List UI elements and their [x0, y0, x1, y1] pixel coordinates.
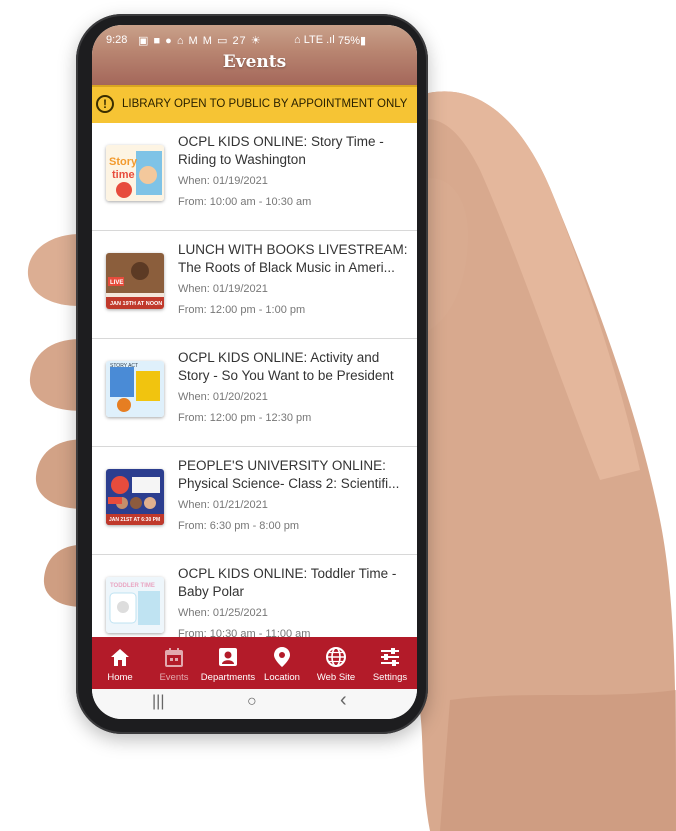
bottom-navigation: Home Events Departments Location Web Sit…: [92, 637, 417, 689]
event-thumbnail: LIVE JAN 19TH AT NOON: [106, 253, 164, 309]
event-thumbnail: JAN 21ST AT 6:30 PM: [106, 469, 164, 525]
signal-icons: ⌂ LTE .ıl: [294, 34, 335, 46]
battery-level: 75%▮: [338, 35, 367, 47]
event-date: When: 01/19/2021: [178, 283, 268, 295]
event-thumbnail: Story time: [106, 145, 164, 201]
status-time: 9:28: [106, 34, 128, 46]
app-screen: 9:28 ▣ ■ ● ⌂ M M ▭ 27 ☀ ⌂ LTE .ıl 75%▮ E…: [92, 25, 417, 719]
svg-text:JAN 19TH AT NOON: JAN 19TH AT NOON: [110, 301, 162, 307]
page-title: Events: [222, 52, 287, 72]
calendar-icon: [165, 648, 183, 667]
svg-text:LIVE: LIVE: [110, 280, 123, 286]
svg-text:STORY ACT: STORY ACT: [110, 363, 138, 369]
events-list: Story time OCPL KIDS ONLINE: Story Time …: [92, 123, 417, 663]
event-title: OCPL KIDS ONLINE: Toddler Time - Baby Po…: [178, 566, 397, 599]
event-list-item[interactable]: Story time OCPL KIDS ONLINE: Story Time …: [92, 123, 417, 231]
nav-label-settings: Settings: [372, 672, 408, 683]
event-time: From: 10:00 am - 10:30 am: [178, 196, 312, 208]
event-title: LUNCH WITH BOOKS LIVESTREAM: The Roots o…: [178, 242, 408, 275]
event-title: OCPL KIDS ONLINE: Story Time - Riding to…: [178, 134, 384, 167]
sliders-icon: [381, 648, 399, 666]
event-time: From: 12:00 pm - 12:30 pm: [178, 412, 312, 424]
event-thumbnail: TODDLER TIME: [106, 577, 164, 633]
nav-settings[interactable]: Settings: [362, 637, 417, 689]
event-date: When: 01/19/2021: [178, 175, 268, 187]
svg-text:JAN 21ST AT 6:30 PM: JAN 21ST AT 6:30 PM: [109, 517, 160, 523]
svg-text:TODDLER TIME: TODDLER TIME: [110, 583, 155, 589]
event-list-item[interactable]: LIVE JAN 19TH AT NOON LUNCH WITH BOOKS L…: [92, 231, 417, 339]
event-list-item[interactable]: JAN 21ST AT 6:30 PM PEOPLE'S UNIVERSITY …: [92, 447, 417, 555]
notice-text: LIBRARY OPEN TO PUBLIC BY APPOINTMENT ON…: [122, 98, 408, 110]
event-date: When: 01/25/2021: [178, 607, 268, 619]
globe-icon: [326, 647, 346, 667]
home-system-button[interactable]: ○: [247, 693, 257, 711]
system-navigation-bar: ||| ○ ‹: [92, 689, 417, 719]
recent-apps-button[interactable]: |||: [152, 693, 164, 711]
home-icon: [111, 649, 129, 666]
event-date: When: 01/20/2021: [178, 391, 268, 403]
event-time: From: 6:30 pm - 8:00 pm: [178, 520, 300, 532]
alert-icon: !: [96, 95, 114, 113]
svg-text:Story: Story: [109, 156, 138, 168]
library-notice-banner[interactable]: ! LIBRARY OPEN TO PUBLIC BY APPOINTMENT …: [92, 85, 417, 123]
svg-text:time: time: [112, 169, 135, 181]
status-bar: 9:28 ▣ ■ ● ⌂ M M ▭ 27 ☀ ⌂ LTE .ıl 75%▮: [92, 34, 417, 50]
event-title: OCPL KIDS ONLINE: Activity and Story - S…: [178, 350, 394, 383]
event-thumbnail: STORY ACT: [106, 361, 164, 417]
map-pin-icon: [274, 647, 290, 667]
event-title: PEOPLE'S UNIVERSITY ONLINE: Physical Sci…: [178, 458, 400, 491]
event-list-item[interactable]: STORY ACT OCPL KIDS ONLINE: Activity and…: [92, 339, 417, 447]
app-header: 9:28 ▣ ■ ● ⌂ M M ▭ 27 ☀ ⌂ LTE .ıl 75%▮ E…: [92, 25, 417, 85]
event-time: From: 12:00 pm - 1:00 pm: [178, 304, 306, 316]
notification-icons: ▣ ■ ● ⌂ M M ▭ 27 ☀: [138, 35, 262, 47]
person-badge-icon: [219, 648, 237, 666]
event-date: When: 01/21/2021: [178, 499, 268, 511]
back-button[interactable]: ‹: [340, 689, 347, 712]
